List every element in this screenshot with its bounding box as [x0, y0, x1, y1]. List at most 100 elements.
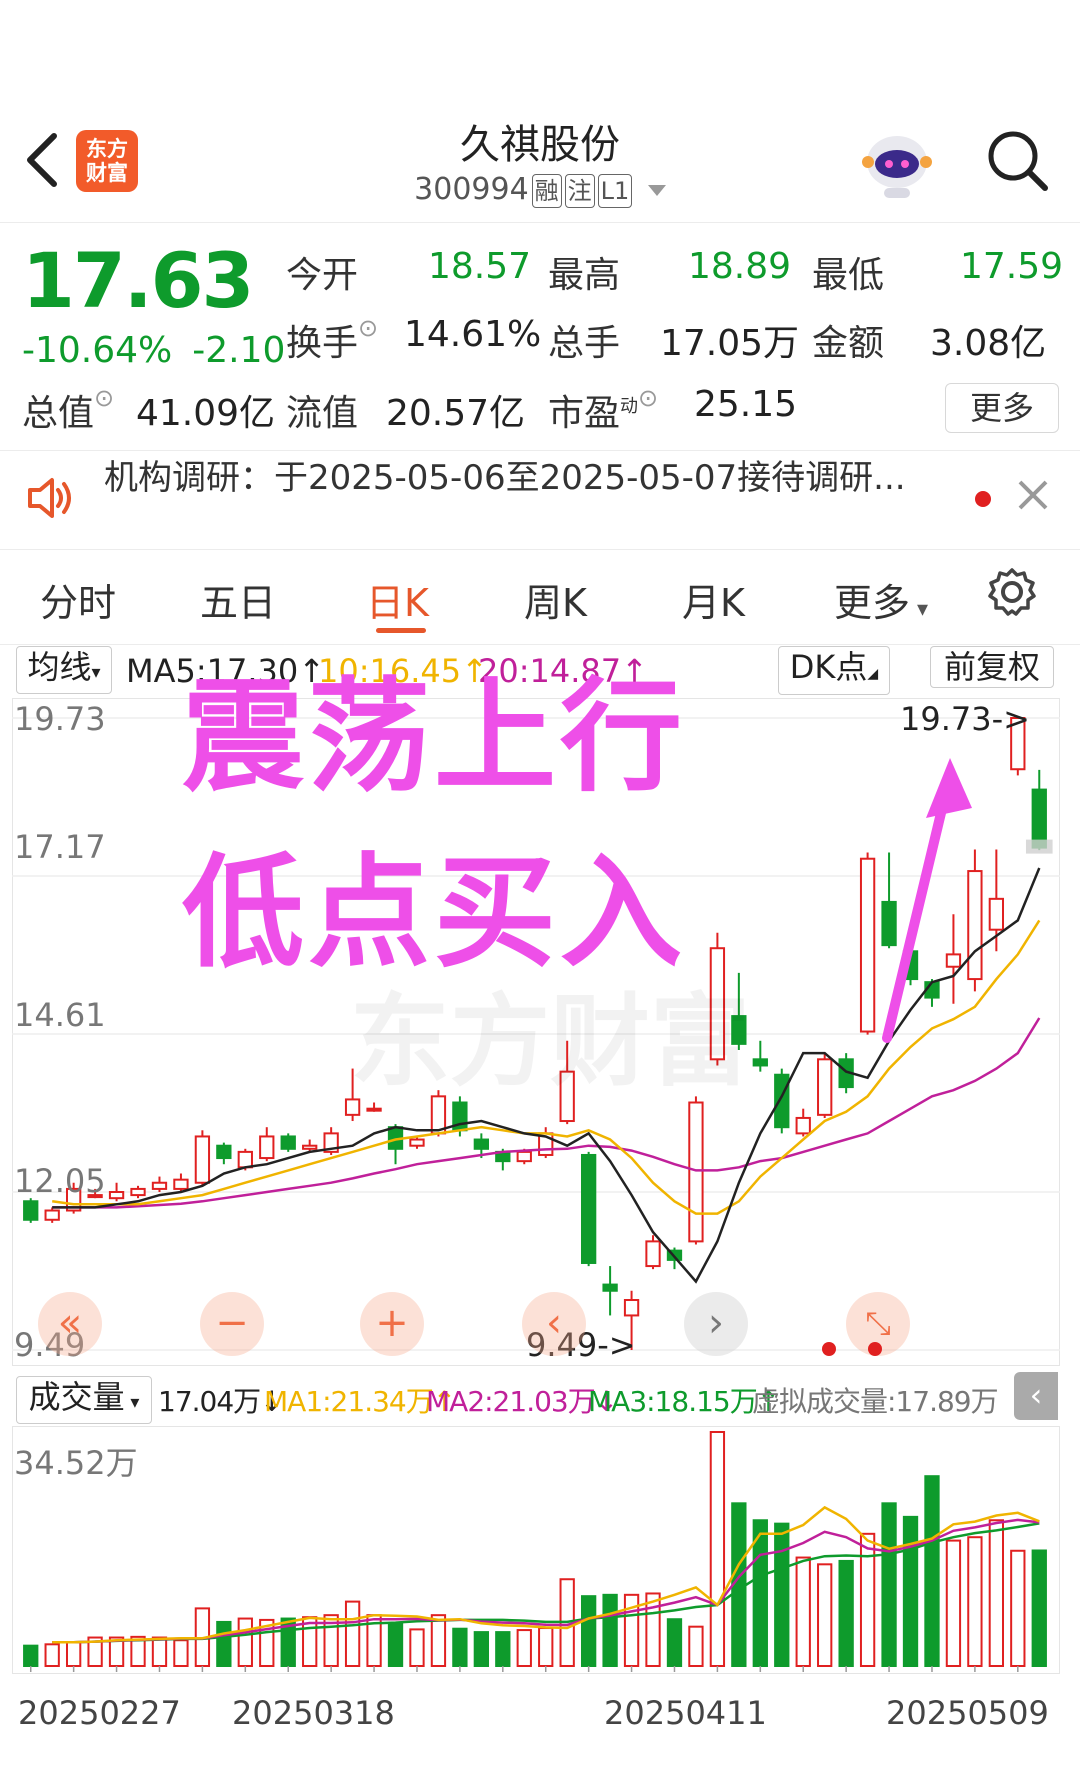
- marker-dot: [822, 1342, 836, 1356]
- volume-bar: [1010, 1549, 1026, 1667]
- candle-body: [881, 900, 897, 947]
- dropdown-triangle-icon[interactable]: [647, 185, 666, 196]
- volume-bar: [452, 1627, 468, 1668]
- change-amount: -2.10: [192, 330, 286, 371]
- marker-dot: [868, 1342, 882, 1356]
- volume-bar: [795, 1556, 811, 1667]
- zoom-out-icon[interactable]: −: [200, 1292, 264, 1356]
- y-tick-label: 12.05: [14, 1162, 106, 1200]
- tab-more[interactable]: 更多 ▾: [834, 572, 928, 627]
- close-icon[interactable]: [1016, 478, 1050, 516]
- candle-body: [302, 1144, 318, 1150]
- candle-body: [516, 1150, 532, 1163]
- low-label: 最低: [812, 255, 885, 296]
- rewind-icon[interactable]: «: [38, 1292, 102, 1356]
- info-icon[interactable]: ⊙: [358, 314, 378, 342]
- volume-bar: [902, 1515, 919, 1667]
- volume-bar: [216, 1620, 232, 1667]
- tab-monthly-k[interactable]: 月K: [682, 572, 745, 627]
- tab-daily-k[interactable]: 日K: [366, 572, 429, 627]
- amount-label: 金额: [812, 323, 885, 364]
- volume-select[interactable]: 成交量 ▾: [16, 1376, 152, 1424]
- price-change: -10.64% -2.10: [22, 330, 305, 371]
- volume-bar: [666, 1618, 683, 1667]
- turnover-value: 14.61%: [404, 314, 542, 355]
- y-tick-label: 17.17: [14, 828, 106, 866]
- adjust-button[interactable]: 前复权: [930, 646, 1054, 688]
- prev-icon[interactable]: ‹: [522, 1292, 586, 1356]
- candle-body: [688, 1101, 704, 1243]
- volume-bar: [859, 1532, 876, 1667]
- candle-body: [151, 1181, 168, 1190]
- volume-bar: [151, 1636, 168, 1667]
- x-tick-label: 20250509: [886, 1694, 1049, 1732]
- dk-point-button[interactable]: DK点◢: [778, 646, 890, 695]
- volume-bar: [1031, 1549, 1047, 1667]
- volume-bar: [473, 1631, 490, 1667]
- candle-body: [173, 1178, 189, 1190]
- candle-body: [409, 1138, 425, 1147]
- candle-body: [44, 1209, 60, 1221]
- candle-body: [945, 953, 962, 968]
- tab-five-day[interactable]: 五日: [200, 572, 276, 627]
- x-tick-label: 20250318: [232, 1694, 395, 1732]
- overlay-text-line2: 低点买入: [182, 842, 686, 984]
- market-cap-label: 总值⊙: [22, 384, 115, 434]
- tab-weekly-k[interactable]: 周K: [524, 572, 587, 627]
- candle-body: [774, 1073, 790, 1129]
- candle-body: [23, 1200, 39, 1221]
- next-icon[interactable]: ›: [684, 1292, 748, 1356]
- ai-robot-icon[interactable]: [860, 130, 934, 200]
- low-value: 17.59: [960, 246, 1064, 287]
- candle-body: [1031, 788, 1047, 849]
- volume-bar: [924, 1475, 940, 1667]
- ma-select[interactable]: 均线▾: [16, 646, 112, 694]
- float-cap-value: 20.57亿: [386, 393, 526, 434]
- volume-bar: [602, 1593, 618, 1667]
- margin-tag: 融: [531, 173, 562, 208]
- overlay-arrow-icon: [926, 758, 972, 818]
- current-price: 17.63: [22, 236, 254, 325]
- max-price-marker: 19.73->: [900, 700, 1030, 738]
- candle-body: [988, 897, 1005, 931]
- candle-body: [259, 1135, 275, 1160]
- high-label: 最高: [548, 255, 621, 296]
- more-quote-button[interactable]: 更多: [945, 383, 1059, 433]
- candle-body: [366, 1107, 382, 1112]
- float-cap-label: 流值: [286, 393, 359, 434]
- volume-bar: [838, 1559, 854, 1668]
- candle-body: [623, 1299, 640, 1317]
- candle-body: [580, 1153, 597, 1264]
- search-icon[interactable]: [985, 128, 1049, 192]
- dropdown-triangle-icon: ▾: [910, 597, 929, 622]
- market-cap-value: 41.09亿: [136, 393, 276, 434]
- volume-bar: [580, 1595, 597, 1668]
- volume-bar: [65, 1641, 82, 1668]
- virtual-volume: 虚拟成交量:17.89万: [752, 1385, 999, 1418]
- volume-chart[interactable]: [12, 1426, 1060, 1674]
- registration-tag: 注: [564, 173, 595, 208]
- volume-bar: [237, 1617, 253, 1667]
- settings-gear-icon[interactable]: [986, 566, 1038, 622]
- volume-bar: [881, 1502, 897, 1667]
- y-tick-label: 14.61: [14, 996, 106, 1034]
- info-icon[interactable]: ⊙: [94, 384, 114, 412]
- volume-bar: [774, 1522, 790, 1668]
- high-value: 18.89: [688, 246, 792, 287]
- volume-bar: [23, 1644, 39, 1667]
- volume-bar: [387, 1622, 404, 1667]
- volume-bar: [409, 1628, 425, 1667]
- zoom-in-icon[interactable]: +: [360, 1292, 424, 1356]
- open-label: 今开: [286, 255, 359, 296]
- notice-text[interactable]: 机构调研：于2025-05-06至2025-05-07接待调研...: [104, 450, 906, 499]
- x-tick-label: 20250411: [604, 1694, 767, 1732]
- pe-label: 市盈动⊙: [548, 384, 659, 434]
- candle-body: [216, 1144, 232, 1160]
- y-tick-label: 19.73: [14, 700, 106, 738]
- volume-bar: [945, 1539, 962, 1667]
- tab-intraday[interactable]: 分时: [40, 572, 116, 627]
- info-icon[interactable]: ⊙: [638, 384, 658, 412]
- collapse-panel-icon[interactable]: ‹: [1014, 1372, 1058, 1420]
- unread-dot: [975, 491, 991, 507]
- volume-bar: [817, 1563, 833, 1667]
